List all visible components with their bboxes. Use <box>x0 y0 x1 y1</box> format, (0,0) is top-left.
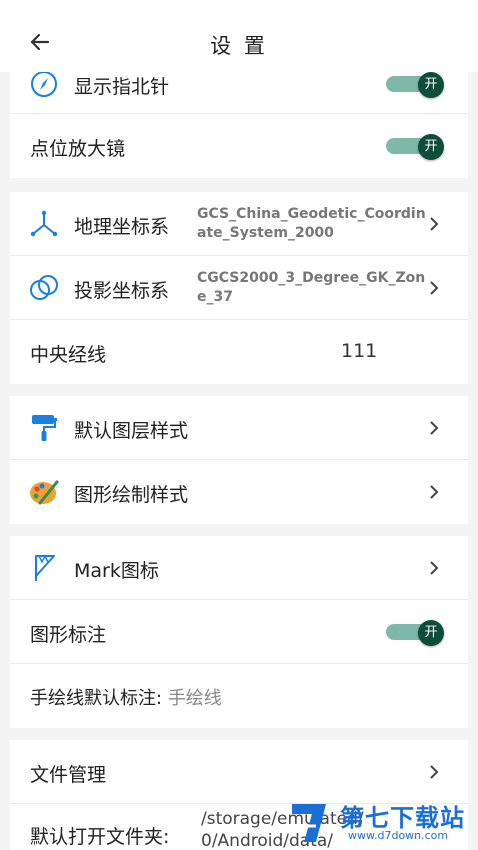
proj-crs-label: 投影坐标系 <box>74 280 170 302</box>
compass-icon <box>31 71 57 97</box>
toggle-knob: 开 <box>418 134 444 160</box>
paint-roller-icon <box>32 415 57 441</box>
chevron-right-icon <box>430 421 439 435</box>
freehand-label-row[interactable]: 手绘线默认标注: 手绘线 <box>10 664 468 728</box>
watermark-url: www.d7down.com <box>348 829 449 842</box>
meridian-value: 111 <box>341 340 378 362</box>
style-card: 默认图层样式 图形绘制样式 <box>10 396 468 524</box>
projection-icon <box>30 275 58 300</box>
freehand-label-text: 手绘线默认标注: 手绘线 <box>30 684 222 710</box>
proj-crs-row[interactable]: 投影坐标系 CGCS2000_3_Degree_GK_Zone_37 <box>10 256 468 320</box>
palette-icon <box>30 480 59 505</box>
shape-label-toggle[interactable]: 开 <box>386 620 444 646</box>
layer-style-row[interactable]: 默认图层样式 <box>10 396 468 460</box>
flag-icon <box>35 554 55 581</box>
watermark-title: 第七下载站 <box>340 804 465 832</box>
proj-crs-value: CGCS2000_3_Degree_GK_Zone_37 <box>197 270 426 305</box>
magnifier-label: 点位放大镜 <box>30 138 126 160</box>
draw-style-label: 图形绘制样式 <box>74 484 189 506</box>
compass-toggle[interactable]: 开 <box>386 72 444 98</box>
top-bar: 设 置 <box>0 0 478 72</box>
compass-label: 显示指北针 <box>74 76 170 98</box>
chevron-right-icon <box>430 561 439 575</box>
mark-icon-row[interactable]: Mark图标 <box>10 536 468 600</box>
file-mgmt-label: 文件管理 <box>30 764 107 786</box>
freehand-label-name: 手绘线默认标注: <box>30 688 163 709</box>
shape-label-text: 图形标注 <box>30 624 107 646</box>
mark-card: Mark图标 图形标注 开 手绘线默认标注: 手绘线 <box>10 536 468 728</box>
site-logo-icon <box>292 804 326 842</box>
draw-style-row[interactable]: 图形绘制样式 <box>10 460 468 524</box>
chevron-right-icon <box>430 217 439 231</box>
chevron-right-icon <box>430 281 439 295</box>
default-folder-label: 默认打开文件夹: <box>30 826 170 848</box>
magnifier-row: 点位放大镜 开 <box>10 114 468 178</box>
coordinate-card: 地理坐标系 GCS_China_Geodetic_Coordinate_Syst… <box>10 192 468 384</box>
toggle-knob: 开 <box>418 620 444 646</box>
page-title: 设 置 <box>210 34 268 58</box>
freehand-label-value: 手绘线 <box>167 688 222 709</box>
magnifier-toggle[interactable]: 开 <box>386 134 444 160</box>
chevron-right-icon <box>430 765 439 779</box>
geo-crs-value: GCS_China_Geodetic_Coordinate_System_200… <box>197 206 426 241</box>
axes-icon <box>30 210 58 237</box>
toggle-knob: 开 <box>418 72 444 98</box>
geo-crs-row[interactable]: 地理坐标系 GCS_China_Geodetic_Coordinate_Syst… <box>10 192 468 256</box>
meridian-label: 中央经线 <box>30 344 107 366</box>
shape-label-row: 图形标注 开 <box>10 600 468 664</box>
mark-icon-label: Mark图标 <box>74 560 159 582</box>
meridian-row[interactable]: 中央经线 111 <box>10 320 468 384</box>
layer-style-label: 默认图层样式 <box>74 420 189 442</box>
geo-crs-label: 地理坐标系 <box>74 216 170 238</box>
chevron-right-icon <box>430 485 439 499</box>
watermark: 第七下载站 www.d7down.com <box>282 794 478 850</box>
